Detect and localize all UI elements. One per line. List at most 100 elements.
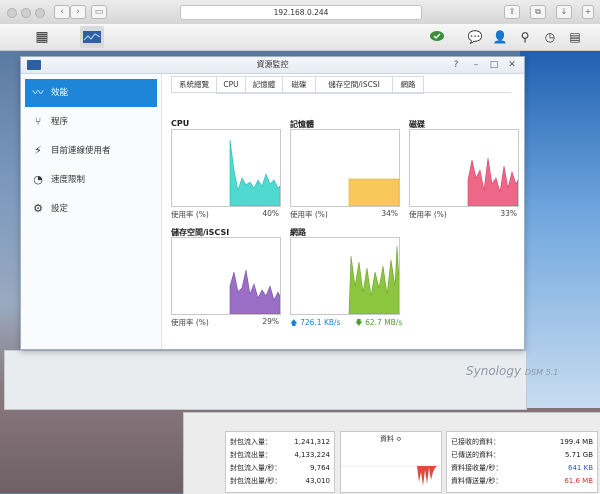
packets-out-label: 封包流出量： [230, 451, 272, 459]
resource-monitor-window: 資源監控 ? – □ ✕ 〰 效能 ⑂ 程序 ⚡ 目前連線使用者 ◔ 速度限制 … [20, 56, 525, 350]
network-usage-area [348, 245, 399, 314]
new-tab-icon[interactable]: + [582, 5, 594, 19]
disk-graph [409, 129, 519, 207]
packets-in-row: 封包流入量： 1,241,312 [230, 436, 330, 448]
sidebar-item-label: 設定 [51, 204, 69, 214]
chat-icon[interactable]: 💬 [466, 28, 484, 46]
packets-out-rate-label: 封包流出量/秒： [230, 477, 282, 485]
volume-usage-area [229, 269, 280, 314]
network-download-value: 62.7 MB/s [365, 318, 403, 327]
connected-users-icon: ⚡ [34, 144, 42, 157]
browser-toolbar: ‹ › ▭ 192.168.0.244 ⇪ ⧉ ↓ + [0, 0, 600, 25]
disk-usage-area [467, 157, 518, 206]
packets-box: 封包流入量： 1,241,312 封包流出量： 4,133,224 封包流入量/… [225, 431, 335, 493]
tab-divider [171, 92, 511, 93]
minimize-button[interactable]: – [471, 59, 481, 71]
activity-monitor-panel: 封包流入量： 1,241,312 封包流出量： 4,133,224 封包流入量/… [183, 412, 600, 494]
forward-button[interactable]: › [70, 5, 86, 19]
memory-graph [290, 129, 400, 207]
sidebar: 〰 效能 ⑂ 程序 ⚡ 目前連線使用者 ◔ 速度限制 ⚙ 設定 [21, 74, 162, 349]
window-title-bar: 資源監控 ? – □ ✕ [21, 57, 524, 74]
dashboard-icon[interactable]: ◷ [541, 28, 559, 46]
upload-arrow-icon: 🡅 [290, 318, 298, 327]
memory-usage-label: 使用率 (%) [290, 210, 328, 219]
data-received-row: 已接收的資料： 199.4 MB [451, 436, 593, 448]
tabs-icon[interactable]: ⧉ [530, 5, 546, 19]
data-selector[interactable]: 資料 ≎ [341, 434, 441, 444]
dsm-taskbar: ▦ 💬 👤 ⚲ ◷ ▤ [0, 24, 600, 51]
data-sent-row: 已傳送的資料： 5.71 GB [451, 449, 593, 461]
packets-out-value: 4,133,224 [294, 451, 330, 459]
cpu-usage-area [229, 139, 280, 206]
data-receive-rate-label: 資料接收量/秒： [451, 464, 503, 472]
process-icon: ⑂ [34, 115, 42, 128]
data-send-rate-row: 資料傳送量/秒： 61.6 MB [451, 475, 593, 487]
sidebar-item-label: 速度限制 [51, 175, 86, 185]
disk-usage-value: 33% [500, 209, 517, 218]
data-box: 已接收的資料： 199.4 MB 已傳送的資料： 5.71 GB 資料接收量/秒… [446, 431, 598, 493]
sidebar-toggle-icon[interactable]: ▭ [91, 5, 107, 19]
data-sent-label: 已傳送的資料： [451, 451, 500, 459]
sidebar-item-process[interactable]: ⑂ 程序 [25, 108, 157, 136]
settings-icon: ⚙ [33, 202, 43, 215]
user-icon[interactable]: 👤 [491, 28, 509, 46]
cloud-sync-icon[interactable] [428, 28, 446, 46]
packets-out-rate-value: 43,010 [305, 477, 331, 485]
widgets-icon[interactable]: ▤ [566, 28, 584, 46]
memory-usage-value: 34% [381, 209, 398, 218]
sidebar-item-label: 程序 [51, 117, 69, 127]
sidebar-item-settings[interactable]: ⚙ 設定 [25, 195, 157, 223]
data-sent-value: 5.71 GB [564, 451, 593, 459]
zoom-window-button[interactable] [35, 8, 45, 18]
data-send-rate-value: 61.6 MB [564, 477, 593, 485]
volume-graph [171, 237, 281, 315]
data-receive-rate-row: 資料接收量/秒： 641 KB [451, 462, 593, 474]
desktop-wallpaper [520, 48, 600, 408]
network-upload-value: 726.1 KB/s [300, 318, 341, 327]
watermark-product: DSM 5.1 [524, 368, 559, 377]
sidebar-item-performance[interactable]: 〰 效能 [25, 79, 157, 107]
sidebar-item-label: 效能 [51, 88, 69, 98]
performance-icon: 〰 [32, 86, 44, 99]
resource-monitor-icon [27, 60, 41, 70]
data-received-value: 199.4 MB [559, 438, 593, 446]
packets-out-rate-row: 封包流出量/秒： 43,010 [230, 475, 330, 487]
network-graph-box: 資料 ≎ [340, 431, 442, 493]
back-button[interactable]: ‹ [54, 5, 70, 19]
memory-usage-area [348, 178, 399, 206]
cpu-usage-value: 40% [262, 209, 279, 218]
packets-in-rate-row: 封包流入量/秒： 9,764 [230, 462, 330, 474]
window-title: 資源監控 [256, 60, 289, 69]
network-graph [290, 237, 400, 315]
speed-limit-icon: ◔ [33, 173, 43, 186]
minimize-window-button[interactable] [21, 8, 31, 18]
activity-graph [341, 465, 441, 486]
download-arrow-icon: 🡇 [355, 318, 363, 327]
packets-out-row: 封包流出量： 4,133,224 [230, 449, 330, 461]
sidebar-item-connected-users[interactable]: ⚡ 目前連線使用者 [25, 137, 157, 165]
data-received-label: 已接收的資料： [451, 438, 500, 446]
dsm-watermark: Synology DSM 5.1 [466, 364, 558, 378]
network-upload: 🡅 726.1 KB/s [290, 317, 340, 330]
resource-monitor-task-icon[interactable] [80, 26, 104, 48]
search-icon[interactable]: ⚲ [516, 28, 534, 46]
network-download: 🡇 62.7 MB/s [355, 317, 402, 330]
close-button[interactable]: ✕ [507, 59, 517, 71]
main-menu-icon[interactable]: ▦ [30, 26, 54, 48]
close-window-button[interactable] [7, 8, 17, 18]
data-receive-rate-value: 641 KB [568, 464, 593, 472]
volume-usage-value: 29% [262, 317, 279, 326]
sidebar-item-label: 目前連線使用者 [51, 146, 111, 156]
address-bar[interactable]: 192.168.0.244 [180, 5, 422, 20]
maximize-button[interactable]: □ [489, 59, 499, 71]
packets-in-label: 封包流入量： [230, 438, 272, 446]
share-icon[interactable]: ⇪ [504, 5, 520, 19]
volume-usage-label: 使用率 (%) [171, 318, 209, 327]
packets-in-rate-value: 9,764 [309, 464, 330, 472]
sidebar-item-speed-limit[interactable]: ◔ 速度限制 [25, 166, 157, 194]
data-send-rate-label: 資料傳送量/秒： [451, 477, 503, 485]
help-button[interactable]: ? [451, 59, 461, 71]
downloads-icon[interactable]: ↓ [556, 5, 572, 19]
cpu-graph [171, 129, 281, 207]
cpu-usage-label: 使用率 (%) [171, 210, 209, 219]
